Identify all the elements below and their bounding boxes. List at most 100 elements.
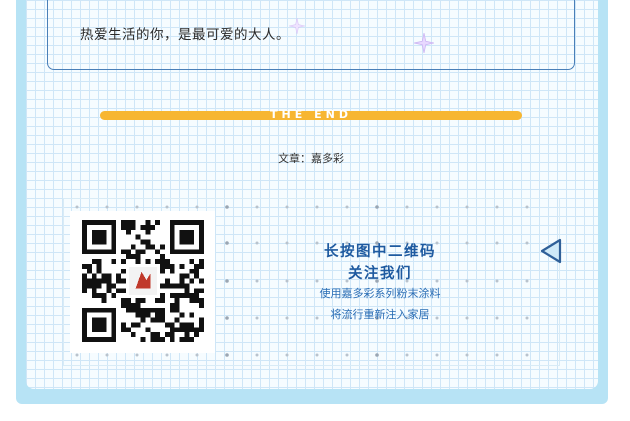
grid-dot [225,205,229,209]
qr-module [189,327,195,333]
qr-module [160,312,165,318]
qr-module [121,220,126,225]
qr-module [150,307,156,313]
grid-dot [435,205,439,209]
qr-code-card[interactable] [70,211,215,353]
qr-module [106,278,112,284]
qr-module [86,283,92,289]
grid-dot [525,353,529,357]
qr-module [155,220,161,225]
qr-module [184,293,190,299]
qr-module [194,332,200,338]
qr-module [145,244,151,250]
grid-dot [465,205,469,209]
qr-module [140,249,146,255]
grid-dot [345,353,349,357]
qr-module [82,273,87,279]
grid-dot [525,316,529,320]
qr-module [150,337,156,342]
qr-module [145,259,151,264]
qr-module [169,263,175,269]
qr-module [184,332,190,338]
qr-module [150,317,156,323]
qr-module [145,224,151,230]
grid-dot [195,205,199,209]
qr-module [199,317,204,323]
qr-module [91,278,97,284]
qr-module [135,298,141,303]
qr-module [125,298,131,303]
grid-dot [465,241,469,245]
qr-module [179,278,185,284]
qr-module [184,327,190,333]
qr-module [184,337,190,342]
qr-module [140,337,146,342]
qr-module [130,302,136,308]
qr-module [179,322,185,328]
qr-module [145,220,151,225]
qr-finder-pattern [91,229,107,245]
qr-module [164,259,170,264]
qr-module [179,263,185,269]
qr-module [174,283,180,289]
grid-dot [495,205,499,209]
qr-module [116,288,122,294]
qr-module [106,273,112,279]
qr-module [199,278,204,284]
grid-dot [465,316,469,320]
qr-description-line1: 使用嘉多彩系列粉末涂料 [319,287,441,300]
qr-module [96,263,102,269]
qr-module [96,283,102,289]
qr-module [155,337,161,342]
grid-dot [495,279,499,283]
qr-module [96,259,102,264]
qr-module [155,317,161,323]
qr-module [160,263,165,269]
grid-dot [75,205,79,209]
qr-module [174,293,180,299]
qr-module [179,273,185,279]
qr-module [150,244,156,250]
qr-module [179,293,185,299]
qr-module [169,302,175,308]
qr-code-image[interactable] [82,217,204,345]
qr-module [189,312,195,318]
qr-module [125,327,131,333]
grid-dot [165,205,169,209]
qr-module [169,307,175,313]
grid-dot [255,353,259,357]
qr-module [145,307,151,313]
grid-dot [495,316,499,320]
qr-module [199,302,204,308]
qr-module [169,293,175,299]
grid-dot [135,205,139,209]
qr-module [130,224,136,230]
triangle-left-arrow-icon [540,238,562,264]
grid-dot [525,205,529,209]
qr-module [145,229,151,235]
qr-title-line1: 长按图中二维码 [324,244,436,260]
qr-module [155,259,161,264]
qr-module [194,263,200,269]
qr-module [91,259,97,264]
qr-module [116,273,122,279]
qr-module [121,278,126,284]
grid-dot [285,316,289,320]
grid-dot [375,353,379,357]
grid-dot [105,205,109,209]
qr-module [121,288,126,294]
qr-module [194,288,200,294]
qr-module [82,278,87,284]
grid-dot [315,353,319,357]
qr-module [155,307,161,313]
qr-module [86,263,92,269]
qr-module [199,298,204,303]
qr-module [160,317,165,323]
qr-module [106,288,112,294]
qr-module [140,239,146,245]
qr-module [121,259,126,264]
grid-dot [165,353,169,357]
qr-module [145,327,151,333]
qr-module [121,298,126,303]
qr-module [174,327,180,333]
